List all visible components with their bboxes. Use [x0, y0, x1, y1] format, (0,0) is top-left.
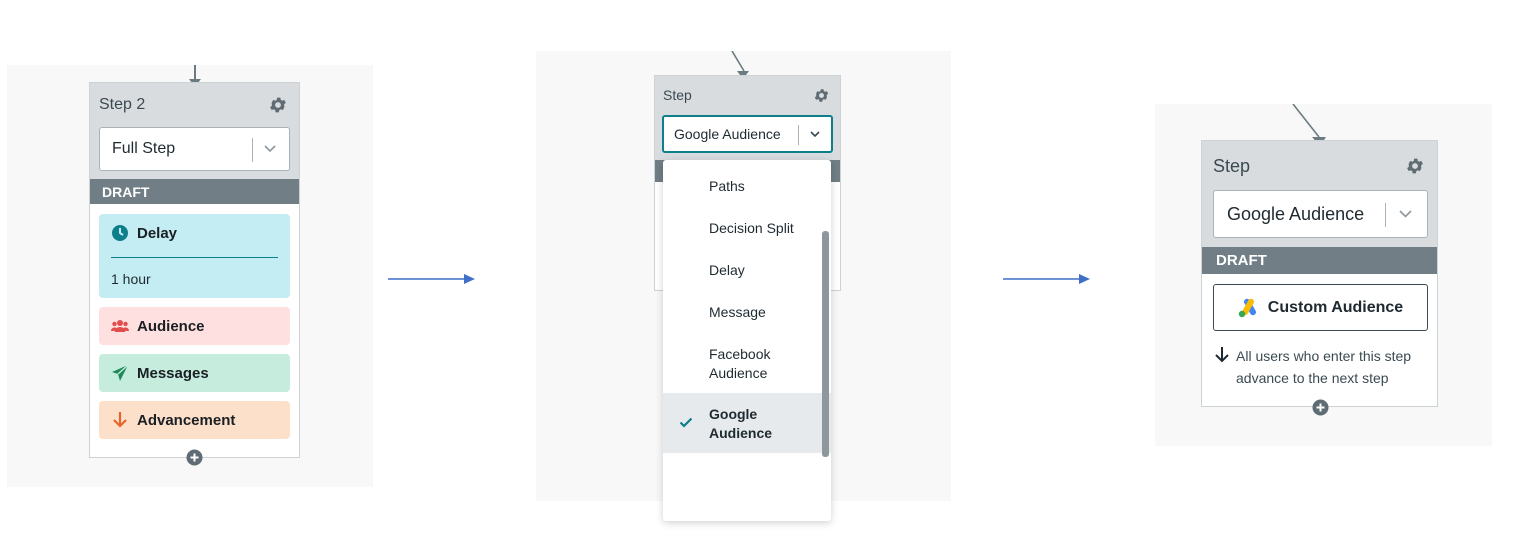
- menu-item-message[interactable]: Message: [663, 300, 831, 326]
- menu-scrollbar[interactable]: [822, 231, 829, 457]
- check-icon: [679, 417, 693, 428]
- step-type-value: Google Audience: [674, 126, 781, 142]
- step-type-value: Full Step: [112, 140, 176, 157]
- plus-circle-icon[interactable]: [186, 449, 203, 466]
- custom-audience-button[interactable]: Custom Audience: [1213, 284, 1428, 331]
- arrow-down-icon: [111, 411, 129, 429]
- advancement-label: Advancement: [137, 411, 236, 429]
- flow-arrow-2: [1003, 274, 1090, 284]
- arrow-down-icon: [1215, 347, 1229, 363]
- select-divider: [1385, 203, 1386, 227]
- delay-divider: [111, 257, 278, 258]
- menu-item-google-audience[interactable]: Google Audience: [663, 393, 831, 453]
- messages-section[interactable]: Messages: [99, 354, 290, 392]
- delay-value: 1 hour: [111, 271, 151, 287]
- step-title: Step: [663, 87, 692, 103]
- clock-icon: [111, 224, 129, 242]
- step-type-select[interactable]: Google Audience: [662, 115, 833, 153]
- step-card[interactable]: Step 2 Full Step DRAFT Delay 1 hour Audi…: [89, 82, 300, 458]
- step-card[interactable]: Step Google Audience DRAFT Custom Audien…: [1201, 140, 1438, 407]
- paper-plane-icon: [111, 364, 129, 382]
- gear-icon[interactable]: [813, 87, 830, 104]
- step-title: Step: [1213, 156, 1251, 176]
- custom-audience-label: Custom Audience: [1267, 298, 1404, 316]
- google-ads-icon: [1238, 298, 1256, 317]
- advance-description: All users who enter this step advance to…: [1236, 348, 1412, 386]
- audience-section[interactable]: Audience: [99, 307, 290, 345]
- step-type-select[interactable]: Google Audience: [1213, 190, 1428, 238]
- step-panel-3: Step Google Audience DRAFT Custom Audien…: [1155, 104, 1492, 446]
- menu-item-paths[interactable]: Paths: [663, 174, 831, 200]
- plus-circle-icon[interactable]: [1312, 399, 1329, 416]
- gear-icon[interactable]: [268, 95, 288, 115]
- menu-item-delay[interactable]: Delay: [663, 258, 831, 284]
- chevron-down-icon[interactable]: [1398, 209, 1413, 219]
- audience-label: Audience: [137, 317, 205, 335]
- gear-icon[interactable]: [1405, 156, 1425, 176]
- draft-label: DRAFT: [1216, 252, 1267, 269]
- delay-label: Delay: [137, 224, 178, 242]
- delay-section[interactable]: Delay 1 hour: [99, 214, 290, 298]
- chevron-down-icon[interactable]: [263, 144, 277, 154]
- messages-label: Messages: [137, 364, 209, 382]
- step-type-value: Google Audience: [1227, 203, 1365, 224]
- menu-item-decision-split[interactable]: Decision Split: [663, 216, 831, 242]
- users-icon: [111, 317, 129, 335]
- draft-label: DRAFT: [102, 183, 150, 200]
- step-type-select[interactable]: Full Step: [99, 127, 290, 171]
- draft-bar: DRAFT: [90, 179, 299, 204]
- step-panel-1: Step 2 Full Step DRAFT Delay 1 hour Audi…: [7, 65, 373, 487]
- flow-arrow-1: [388, 274, 475, 284]
- select-divider: [252, 138, 253, 162]
- step-type-dropdown-menu[interactable]: Paths Decision Split Delay Message Faceb…: [663, 160, 831, 521]
- step-title: Step 2: [99, 96, 146, 113]
- menu-item-facebook-audience[interactable]: Facebook Audience: [663, 342, 831, 386]
- step-panel-2: Step Google Audience Paths Decision Spli…: [536, 51, 951, 521]
- chevron-down-icon[interactable]: [809, 130, 821, 139]
- draft-bar: DRAFT: [1202, 247, 1437, 274]
- advancement-section[interactable]: Advancement: [99, 401, 290, 439]
- select-divider: [798, 125, 799, 145]
